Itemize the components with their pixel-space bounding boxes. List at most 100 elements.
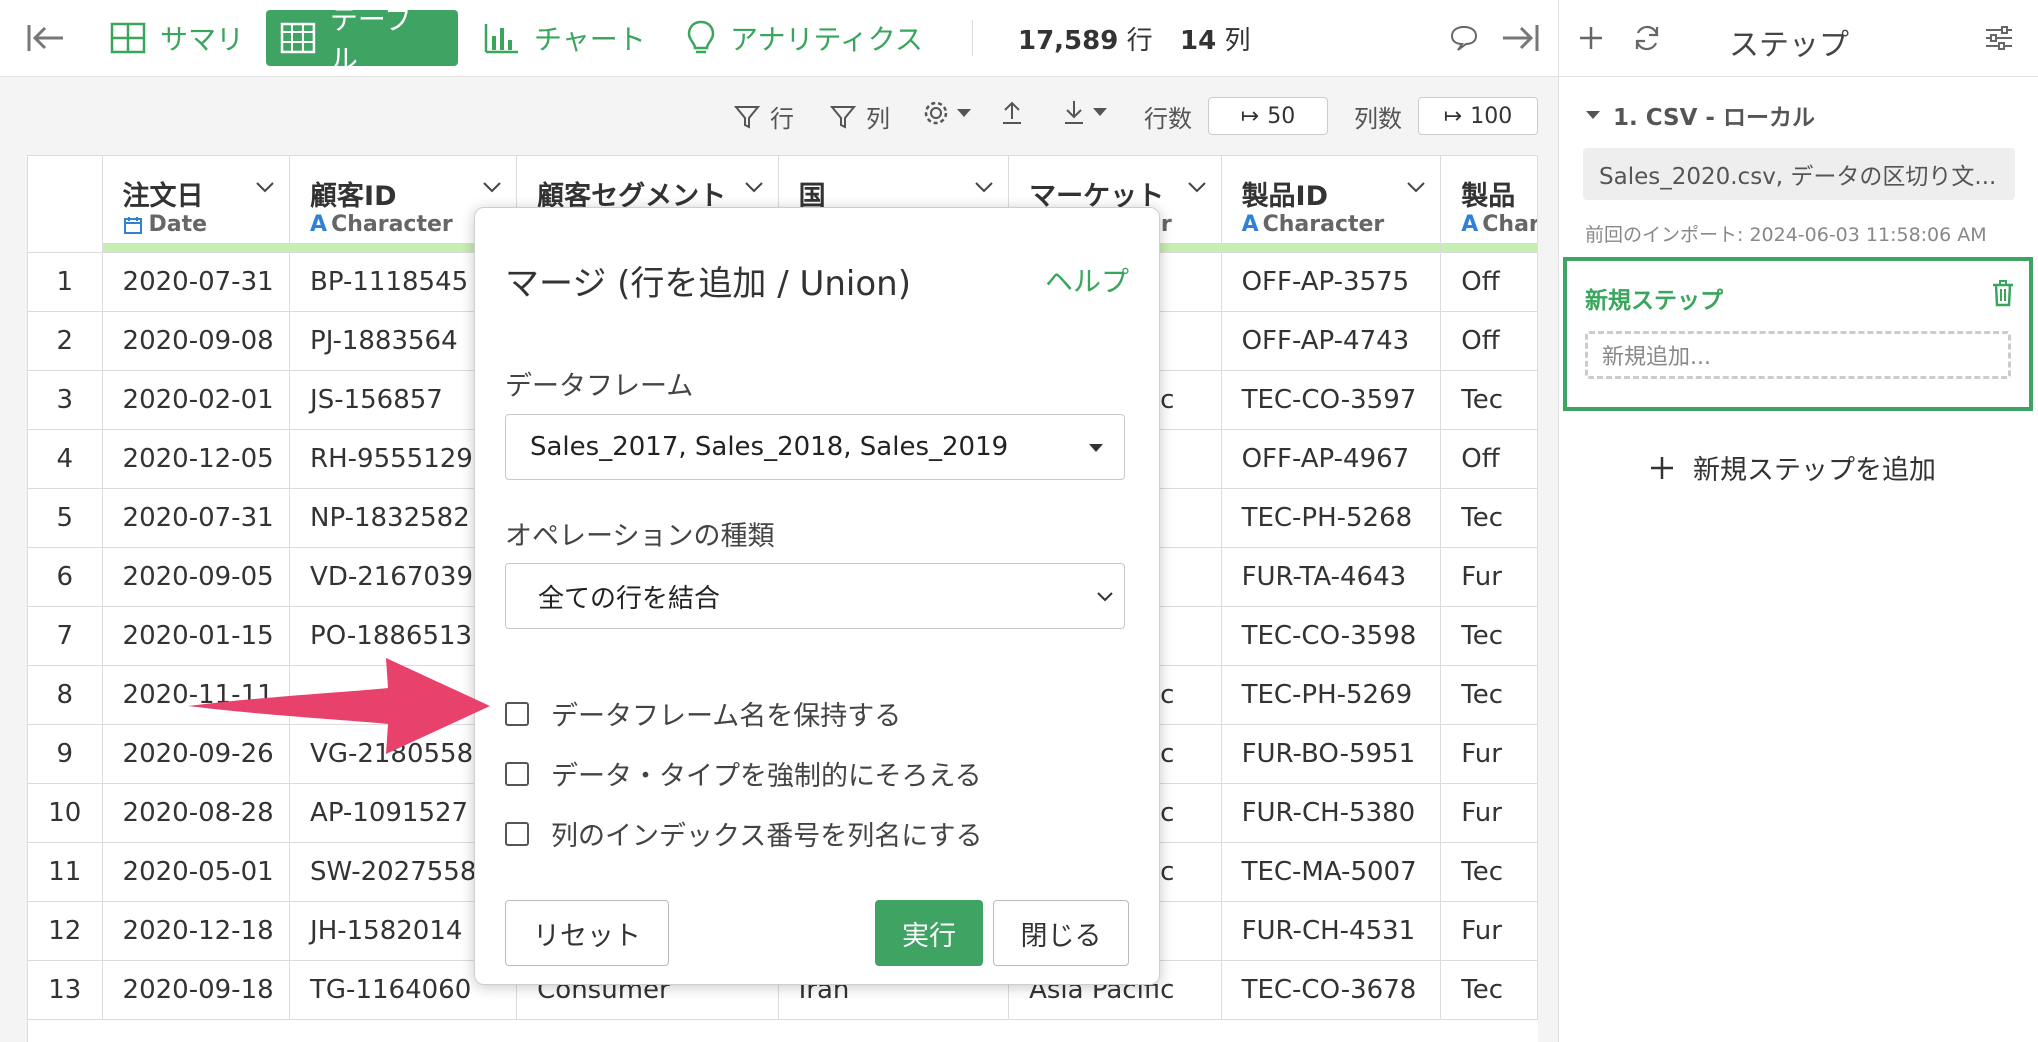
column-filter-button[interactable]: 列 — [830, 99, 890, 134]
table-cell: Tec — [1440, 665, 1538, 725]
keep-dataframe-name-checkbox[interactable]: データフレーム名を保持する — [505, 694, 901, 733]
column-quality-bar — [1441, 243, 1537, 252]
table-cell: Tec — [1440, 370, 1538, 430]
chevron-down-icon[interactable] — [1406, 180, 1426, 194]
new-step-title: 新規ステップ — [1585, 288, 1723, 314]
add-new-step-button[interactable]: 新規ステップを追加 — [1649, 448, 1936, 487]
row-number: 13 — [28, 960, 103, 1020]
plus-icon — [1651, 456, 1673, 479]
sliders-icon[interactable] — [1979, 18, 2019, 58]
filter-icon — [734, 105, 760, 129]
column-index-name-checkbox[interactable]: 列のインデックス番号を列名にする — [505, 814, 982, 853]
table-cell: Tec — [1440, 606, 1538, 666]
dataframe-label: データフレーム — [505, 371, 694, 402]
caret-down-icon — [957, 109, 971, 117]
force-data-type-checkbox[interactable]: データ・タイプを強制的にそろえる — [505, 754, 982, 793]
column-type: ACharacter — [1461, 212, 1538, 237]
column-name: 製品ID — [1241, 181, 1329, 212]
column-count: 14 列 — [1180, 26, 1251, 56]
table-cell: 2020-05-01 — [102, 842, 291, 902]
chevron-down-icon[interactable] — [255, 180, 275, 194]
toolbar-divider — [972, 20, 973, 56]
row-number: 3 — [28, 370, 103, 430]
table-cell: Tec — [1440, 488, 1538, 548]
tab-table[interactable]: テーブル — [266, 3, 458, 76]
download-icon — [1065, 101, 1083, 124]
table-icon — [280, 22, 316, 54]
column-header[interactable]: 製品ACharacter — [1440, 155, 1538, 253]
column-name: 顧客ID — [310, 181, 397, 212]
trash-icon[interactable] — [1991, 279, 2015, 311]
lightbulb-icon — [687, 20, 715, 54]
tab-summary-label: サマリ — [160, 23, 245, 56]
table-cell: TEC-MA-5007 — [1221, 842, 1442, 902]
operation-select[interactable]: 全ての行を結合 — [505, 563, 1125, 629]
row-number: 11 — [28, 842, 103, 902]
character-type-icon: A — [1241, 212, 1259, 237]
new-step-input[interactable]: 新規追加... — [1585, 331, 2011, 379]
caret-down-icon — [1586, 111, 1600, 119]
step-csv-local[interactable]: 1. CSV - ローカル — [1585, 98, 1815, 132]
column-header[interactable]: 製品ID A Character — [1221, 155, 1442, 253]
download-dropdown[interactable] — [1062, 99, 1108, 125]
table-cell: 2020-09-05 — [102, 547, 291, 607]
column-type: ACharacter — [1241, 212, 1385, 237]
column-quality-bar — [102, 243, 289, 252]
reset-button[interactable]: リセット — [505, 900, 669, 966]
add-icon[interactable] — [1571, 18, 1611, 58]
tab-summary[interactable]: サマリ — [96, 10, 262, 66]
table-cell: TEC-PH-5268 — [1221, 488, 1442, 548]
cols-label: 列数 — [1354, 105, 1402, 133]
chevron-down-icon[interactable] — [974, 180, 994, 194]
row-number: 8 — [28, 665, 103, 725]
bar-chart-icon — [484, 24, 518, 54]
table-cell: Fur — [1440, 783, 1538, 843]
chevron-down-icon[interactable] — [482, 180, 502, 194]
collapse-right-icon[interactable] — [1500, 18, 1540, 58]
close-button[interactable]: 閉じる — [993, 900, 1129, 966]
table-cell: 2020-09-08 — [102, 311, 291, 371]
row-number: 5 — [28, 488, 103, 548]
table-cell: Tec — [1440, 960, 1538, 1020]
comment-icon[interactable] — [1444, 18, 1484, 58]
column-header[interactable]: 注文日 Date — [102, 155, 291, 253]
tab-chart-label: チャート — [534, 23, 646, 56]
row-filter-button[interactable]: 行 — [734, 99, 794, 134]
rows-count-input[interactable]: ↦ 50 — [1208, 97, 1328, 135]
character-type-icon: A — [310, 212, 328, 237]
settings-dropdown[interactable] — [922, 99, 972, 127]
panel-divider — [1559, 76, 2038, 77]
dataframe-select[interactable]: Sales_2017, Sales_2018, Sales_2019 — [505, 414, 1125, 480]
collapse-left-icon[interactable] — [26, 18, 66, 58]
source-file-box[interactable]: Sales_2020.csv, データの区切り文... — [1583, 148, 2015, 200]
row-count: 17,589 行 — [1018, 26, 1153, 56]
cols-count-input[interactable]: ↦ 100 — [1418, 97, 1538, 135]
help-link[interactable]: ヘルプ — [1045, 260, 1129, 300]
table-cell: 2020-02-01 — [102, 370, 291, 430]
operation-label: オペレーションの種類 — [505, 521, 775, 552]
chevron-down-icon[interactable] — [1187, 180, 1207, 194]
row-number: 12 — [28, 901, 103, 961]
table-cell: FUR-TA-4643 — [1221, 547, 1442, 607]
tab-chart[interactable]: チャート — [470, 10, 664, 66]
checkbox[interactable] — [505, 761, 529, 786]
table-toolbar: 行 列 行数 ↦ 50 列数 ↦ 100 — [0, 77, 1558, 154]
upload-button[interactable] — [1000, 99, 1024, 125]
table-cell: TEC-CO-3598 — [1221, 606, 1442, 666]
caret-down-icon — [1093, 108, 1107, 116]
table-cell: Off — [1440, 429, 1538, 489]
tab-analytics[interactable]: アナリティクス — [672, 10, 941, 66]
new-step-card: 新規ステップ 新規追加... — [1563, 257, 2033, 411]
checkbox[interactable] — [505, 701, 529, 726]
gear-icon — [924, 101, 948, 125]
checkbox[interactable] — [505, 821, 529, 846]
table-cell: Tec — [1440, 842, 1538, 902]
character-type-icon: A — [1461, 212, 1479, 237]
row-number: 1 — [28, 252, 103, 312]
chevron-down-icon[interactable] — [744, 180, 764, 194]
refresh-icon[interactable] — [1627, 18, 1667, 58]
run-button[interactable]: 実行 — [875, 900, 983, 966]
column-name: 製品 — [1461, 181, 1516, 212]
row-number: 10 — [28, 783, 103, 843]
tab-table-label: テーブル — [329, 3, 413, 76]
